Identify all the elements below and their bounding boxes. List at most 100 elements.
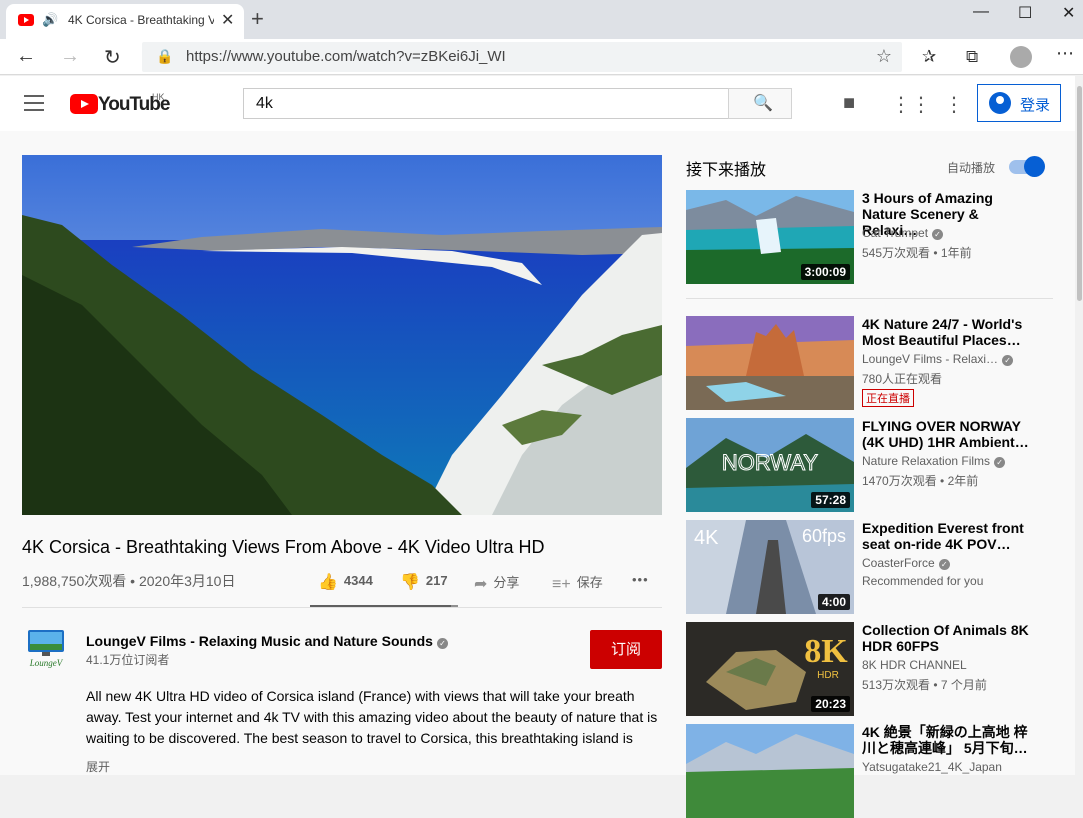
forward-icon[interactable]: → — [60, 45, 80, 68]
save-label: 保存 — [576, 575, 603, 590]
svg-text:HDR: HDR — [817, 670, 839, 681]
search-input[interactable]: 4k — [256, 95, 273, 113]
svg-text:4K: 4K — [694, 527, 719, 549]
up-next-heading: 接下来播放 — [686, 162, 767, 179]
close-tab-icon[interactable]: ✕ — [221, 10, 234, 30]
related-views: Recommended for you — [862, 574, 984, 588]
tab-title: 4K Corsica - Breathtaking Views From Abo… — [68, 13, 214, 27]
video-thumbnail[interactable] — [686, 724, 854, 818]
loungev-logo: LoungeV — [28, 630, 64, 668]
related-views: 513万次观看 • 7 个月前 — [862, 678, 987, 692]
video-thumbnail[interactable]: 3:00:09 — [686, 190, 854, 284]
svg-text:LoungeV: LoungeV — [29, 658, 64, 668]
video-title: 4K Corsica - Breathtaking Views From Abo… — [22, 537, 545, 557]
like-button[interactable]: 👍 4344 — [318, 572, 373, 592]
subscriber-count: 41.1万位订阅者 — [86, 653, 170, 667]
video-description: All new 4K Ultra HD video of Corsica isl… — [86, 688, 658, 746]
dislike-count: 217 — [425, 573, 448, 588]
address-toolbar: ← → ↻ 🔒 https://www.youtube.com/watch?v=… — [0, 39, 1083, 75]
related-video[interactable]: 3:00:09 3 Hours of Amazing Nature Scener… — [686, 190, 1056, 284]
search-button[interactable]: 🔍 — [728, 88, 792, 119]
verified-icon: ✓ — [938, 559, 950, 570]
lock-icon: 🔒 — [156, 48, 174, 64]
refresh-icon[interactable]: ↻ — [104, 45, 121, 70]
favorites-icon[interactable]: ✰ — [922, 47, 936, 67]
video-thumbnail[interactable]: 4K 60fps 4:00 — [686, 520, 854, 614]
youtube-favicon-icon — [18, 14, 34, 26]
related-video[interactable]: 8K HDR 20:23 Collection Of Animals 8K HD… — [686, 622, 1056, 716]
channel-name-text: LoungeV Films - Relaxing Music and Natur… — [86, 633, 433, 649]
speaker-icon[interactable]: 🔊 — [42, 12, 58, 28]
apps-grid-icon[interactable]: ⋮⋮ — [891, 92, 931, 117]
create-video-icon[interactable]: ■ — [843, 92, 855, 115]
region-code: HK — [152, 92, 165, 102]
related-title: 4K 絶景「新緑の上高地 梓川と穂高連峰」 5月下旬… — [862, 724, 1028, 756]
video-thumbnail[interactable]: NORWAY 57:28 — [686, 418, 854, 512]
more-actions-button[interactable]: ••• — [632, 572, 649, 587]
new-tab-icon[interactable]: + — [251, 6, 264, 32]
thumb-image — [686, 724, 854, 818]
video-frame-image — [22, 155, 662, 515]
related-video[interactable]: 4K Nature 24/7 - World's Most Beautiful … — [686, 316, 1056, 410]
live-badge: 正在直播 — [862, 389, 914, 407]
search-field[interactable]: 4k — [243, 88, 729, 119]
related-channel-name: Cat Trumpet — [862, 226, 929, 240]
youtube-logo-icon[interactable] — [70, 94, 98, 114]
duration-badge: 4:00 — [817, 594, 850, 610]
video-meta: 1,988,750次观看 • 2020年3月10日 — [22, 573, 236, 589]
autoplay-label: 自动播放 — [947, 161, 996, 175]
signin-label: 登录 — [1020, 97, 1051, 114]
duration-badge: 57:28 — [811, 492, 850, 508]
verified-icon: ✓ — [994, 457, 1006, 468]
related-title: FLYING OVER NORWAY (4K UHD) 1HR Ambient… — [862, 418, 1029, 450]
dislike-button[interactable]: 👎 217 — [400, 572, 448, 592]
save-button[interactable]: ≡+ 保存 — [552, 572, 603, 594]
settings-dots-icon[interactable]: ⋮ — [944, 92, 964, 117]
related-channel: LoungeV Films - Relaxi… ✓ — [862, 352, 1032, 366]
browser-tab-strip: 🔊 4K Corsica - Breathtaking Views From A… — [0, 0, 1083, 39]
related-channel-name: Nature Relaxation Films — [862, 454, 991, 468]
verified-icon: ✓ — [1002, 355, 1014, 366]
signin-button[interactable]: 登录 — [977, 84, 1061, 122]
autoplay-toggle-knob[interactable] — [1024, 156, 1045, 177]
playlist-add-icon: ≡+ — [552, 576, 571, 593]
scrollbar-thumb[interactable] — [1077, 86, 1082, 301]
divider — [686, 298, 1053, 299]
search-icon: 🔍 — [753, 95, 773, 112]
divider — [22, 607, 662, 608]
channel-name[interactable]: LoungeV Films - Relaxing Music and Natur… — [86, 633, 448, 649]
favorite-star-icon[interactable]: ☆ — [876, 46, 892, 67]
svg-text:NORWAY: NORWAY — [722, 450, 818, 475]
url-text[interactable]: https://www.youtube.com/watch?v=zBKei6Ji… — [186, 48, 506, 65]
menu-icon[interactable] — [24, 95, 44, 111]
channel-avatar[interactable]: LoungeV — [22, 628, 70, 670]
like-count: 4344 — [343, 573, 373, 588]
share-button[interactable]: ➦ 分享 — [474, 572, 519, 594]
window-close-icon[interactable]: ✕ — [1062, 3, 1075, 23]
maximize-icon[interactable]: ☐ — [1018, 3, 1032, 23]
video-player[interactable] — [22, 155, 662, 515]
video-thumbnail[interactable]: 8K HDR 20:23 — [686, 622, 854, 716]
browser-tab[interactable]: 🔊 4K Corsica - Breathtaking Views From A… — [6, 4, 244, 39]
subscribe-button[interactable]: 订阅 — [590, 630, 662, 669]
video-thumbnail[interactable] — [686, 316, 854, 410]
related-video[interactable]: 4K 60fps 4:00 Expedition Everest front s… — [686, 520, 1056, 614]
related-channel: Cat Trumpet ✓ — [862, 226, 1032, 240]
back-icon[interactable]: ← — [16, 45, 36, 68]
related-title: Expedition Everest front seat on-ride 4K… — [862, 520, 1024, 552]
browser-menu-icon[interactable]: ⋯ — [1056, 43, 1074, 64]
minimize-icon[interactable]: — — [973, 3, 989, 21]
related-channel-name: LoungeV Films - Relaxi… — [862, 352, 999, 366]
collections-icon[interactable]: ⧉ — [966, 47, 978, 67]
related-channel: 8K HDR CHANNEL — [862, 658, 967, 672]
show-more-button[interactable]: 展开 — [86, 758, 110, 775]
address-bar[interactable]: 🔒 https://www.youtube.com/watch?v=zBKei6… — [142, 42, 902, 72]
related-video[interactable]: 4K 絶景「新緑の上高地 梓川と穂高連峰」 5月下旬… Yatsugatake2… — [686, 724, 1056, 818]
profile-avatar[interactable] — [1010, 46, 1032, 68]
duration-badge: 3:00:09 — [800, 264, 850, 280]
sentiment-bar-fill — [310, 605, 451, 607]
thumb-image — [686, 316, 854, 410]
svg-text:60fps: 60fps — [802, 526, 846, 546]
related-title: 4K Nature 24/7 - World's Most Beautiful … — [862, 316, 1023, 348]
related-video[interactable]: NORWAY 57:28 FLYING OVER NORWAY (4K UHD)… — [686, 418, 1056, 512]
